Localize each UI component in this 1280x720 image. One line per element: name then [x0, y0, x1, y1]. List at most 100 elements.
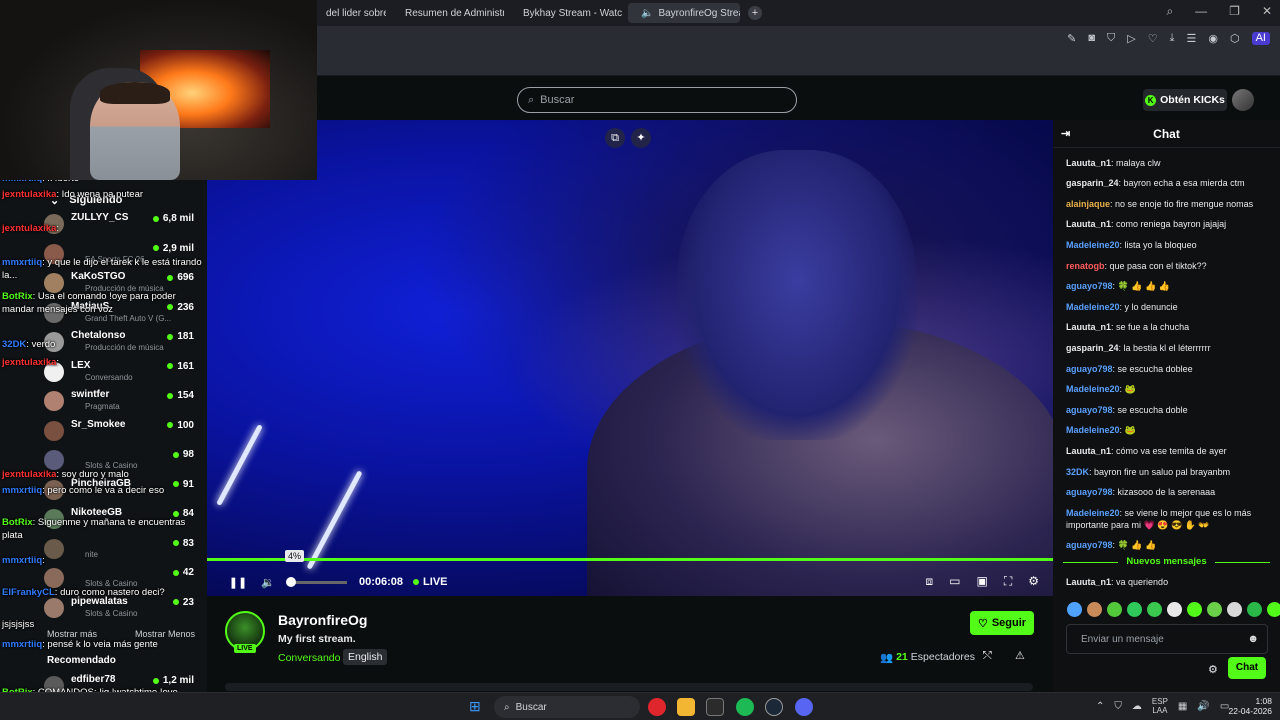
sidebar-item-channel[interactable]: nite 83 — [44, 535, 200, 565]
profile-icon[interactable]: ◉ — [1208, 32, 1218, 45]
discord-icon[interactable] — [795, 698, 813, 716]
browser-tab-2[interactable]: Resumen de Administraci — [392, 3, 504, 23]
taskbar-search[interactable]: ⌕ Buscar — [494, 696, 640, 718]
chat-username[interactable]: aguayo798 — [1066, 405, 1113, 415]
sidebar-item-channel[interactable]: EA Sports FC 26 2,9 mil — [44, 240, 200, 270]
ai-button[interactable]: AI — [1251, 32, 1270, 45]
volume-slider[interactable] — [286, 576, 347, 587]
chat-username[interactable]: Lauuta_n1 — [1066, 158, 1111, 168]
pip-icon[interactable]: ⧈ — [926, 574, 934, 589]
security-icon[interactable]: ⛉ — [1114, 701, 1122, 712]
emote-icon[interactable] — [1107, 602, 1122, 617]
onedrive-icon[interactable]: ☁ — [1132, 701, 1142, 712]
play-icon[interactable]: ▷ — [1127, 32, 1135, 45]
sidebar-item-channel[interactable]: LEX Conversando 161 — [44, 358, 200, 388]
stream-category[interactable]: Conversando — [278, 652, 340, 664]
emote-icon[interactable] — [1207, 602, 1222, 617]
browser-tab-3[interactable]: Bykhay Stream - Watch Li — [510, 3, 622, 23]
show-less-link[interactable]: Mostrar Menos — [135, 629, 195, 639]
send-chat-button[interactable]: Chat — [1228, 657, 1266, 679]
chevron-up-icon[interactable]: ⌃ — [1096, 701, 1104, 712]
theater-icon[interactable]: ▭ — [949, 574, 960, 589]
chat-username[interactable]: Madeleine20 — [1066, 240, 1120, 250]
chat-username[interactable]: 32DK — [1066, 467, 1089, 477]
close-icon[interactable]: ✕ — [1262, 4, 1272, 19]
chat-username[interactable]: renatogb — [1066, 261, 1105, 271]
extensions-icon[interactable]: ⬡ — [1230, 32, 1240, 45]
sidebar-item-channel[interactable]: swintfer Pragmata 154 — [44, 387, 200, 417]
volume-icon[interactable]: 🔉 — [257, 576, 279, 589]
language-tag[interactable]: English — [343, 649, 388, 665]
sidebar-item-channel[interactable]: PincheiraGB 91 — [44, 476, 200, 506]
language-indicator[interactable]: ESP LAA — [1152, 697, 1168, 715]
volume-knob[interactable] — [286, 576, 297, 587]
chat-username[interactable]: gasparin_24 — [1066, 343, 1119, 353]
chat-username[interactable]: aguayo798 — [1066, 540, 1113, 550]
get-kicks-button[interactable]: K Obtén KICKs — [1143, 89, 1227, 111]
browser-tab-active[interactable]: 🔈 BayronfireOg Stream — [628, 3, 740, 23]
chat-username[interactable]: Madeleine20 — [1066, 384, 1120, 394]
pause-button[interactable]: ❚❚ — [227, 576, 249, 589]
chat-username[interactable]: Lauuta_n1 — [1066, 219, 1111, 229]
emote-icon[interactable] — [1087, 602, 1102, 617]
chat-username[interactable]: Madeleine20 — [1066, 302, 1120, 312]
chat-username[interactable]: aguayo798 — [1066, 281, 1113, 291]
channel-name[interactable]: BayronfireOg — [278, 612, 367, 628]
sparkle-icon[interactable]: ✦ — [631, 128, 651, 148]
settings-gear-icon[interactable]: ⚙ — [1028, 574, 1039, 589]
sidebar-item-channel[interactable]: pipewalatas Slots & Casino 23 — [44, 594, 200, 624]
download-icon[interactable]: ⤓ — [1170, 32, 1175, 45]
steam-icon[interactable] — [765, 698, 783, 716]
browser-tab-1[interactable]: del lider sobre la — [318, 3, 386, 23]
emote-icon[interactable] — [1167, 602, 1182, 617]
edit-icon[interactable]: ✎ — [1067, 32, 1076, 45]
emote-icon[interactable] — [1127, 602, 1142, 617]
chat-username[interactable]: gasparin_24 — [1066, 178, 1119, 188]
file-explorer-icon[interactable] — [677, 698, 695, 716]
windows-start-icon[interactable]: ⊞ — [469, 698, 481, 715]
sidebar-item-channel[interactable]: MatiauS Grand Theft Auto V (G... 236 — [44, 299, 200, 329]
spotify-icon[interactable] — [736, 698, 754, 716]
shield-icon[interactable]: ⛉ — [1107, 32, 1115, 45]
search-input[interactable]: ⌕ Buscar — [517, 87, 797, 113]
chevron-down-icon[interactable]: ⌄ — [50, 194, 59, 207]
heart-icon[interactable]: ♡ — [1148, 32, 1158, 45]
miniplayer-icon[interactable]: ▣ — [976, 574, 987, 589]
chat-username[interactable]: aguayo798 — [1066, 364, 1113, 374]
chat-username[interactable]: alainjaque — [1066, 199, 1110, 209]
emote-icon[interactable] — [1267, 602, 1280, 617]
emote-icon[interactable] — [1247, 602, 1262, 617]
chat-username[interactable]: Madeleine20 — [1066, 425, 1120, 435]
emote-icon[interactable] — [1227, 602, 1242, 617]
chat-username[interactable]: Lauuta_n1 — [1066, 577, 1111, 587]
epic-games-icon[interactable] — [706, 698, 724, 716]
camera-icon[interactable]: ◙ — [1088, 32, 1095, 45]
new-messages-divider[interactable]: Nuevos mensajes — [1053, 556, 1280, 567]
chat-username[interactable]: Lauuta_n1 — [1066, 322, 1111, 332]
clip-icon[interactable]: ⧉ — [605, 128, 625, 148]
volume-icon[interactable]: 🔊 — [1197, 701, 1209, 712]
emote-icon[interactable] — [1067, 602, 1082, 617]
progress-bar[interactable] — [207, 558, 1053, 561]
chat-settings-gear-icon[interactable]: ⚙ — [1208, 663, 1218, 676]
collapse-chat-icon[interactable]: ⇥ — [1061, 127, 1070, 140]
share-icon[interactable]: ⤲ — [983, 650, 992, 663]
chat-username[interactable]: aguayo798 — [1066, 487, 1113, 497]
new-tab-button[interactable]: + — [748, 6, 762, 20]
network-icon[interactable]: ▦ — [1178, 701, 1187, 712]
taskbar-clock[interactable]: 1:08 22-04-2026 — [1220, 696, 1272, 716]
sidebar-item-channel[interactable]: ZULLYY_CS 6,8 mil — [44, 210, 200, 240]
restore-icon[interactable]: ❐ — [1229, 4, 1240, 19]
search-icon[interactable]: ⌕ — [1166, 4, 1173, 19]
chat-message-input[interactable]: Enviar un mensaje ☻ — [1066, 624, 1268, 654]
sidebar-item-channel[interactable]: Chetalonso Producción de música 181 — [44, 328, 200, 358]
sidebar-item-channel[interactable]: Sr_Smokee 100 — [44, 417, 200, 447]
minimize-icon[interactable]: — — [1195, 4, 1207, 19]
sidebar-item-channel[interactable]: KaKoSTGO Producción de música 696 — [44, 269, 200, 299]
report-icon[interactable]: ⚠ — [1015, 649, 1025, 662]
show-more-link[interactable]: Mostrar más — [47, 629, 97, 639]
emote-icon[interactable] — [1147, 602, 1162, 617]
follow-button[interactable]: ♡ Seguir — [970, 611, 1034, 635]
emote-icon[interactable] — [1187, 602, 1202, 617]
emoji-icon[interactable]: ☻ — [1247, 633, 1259, 645]
